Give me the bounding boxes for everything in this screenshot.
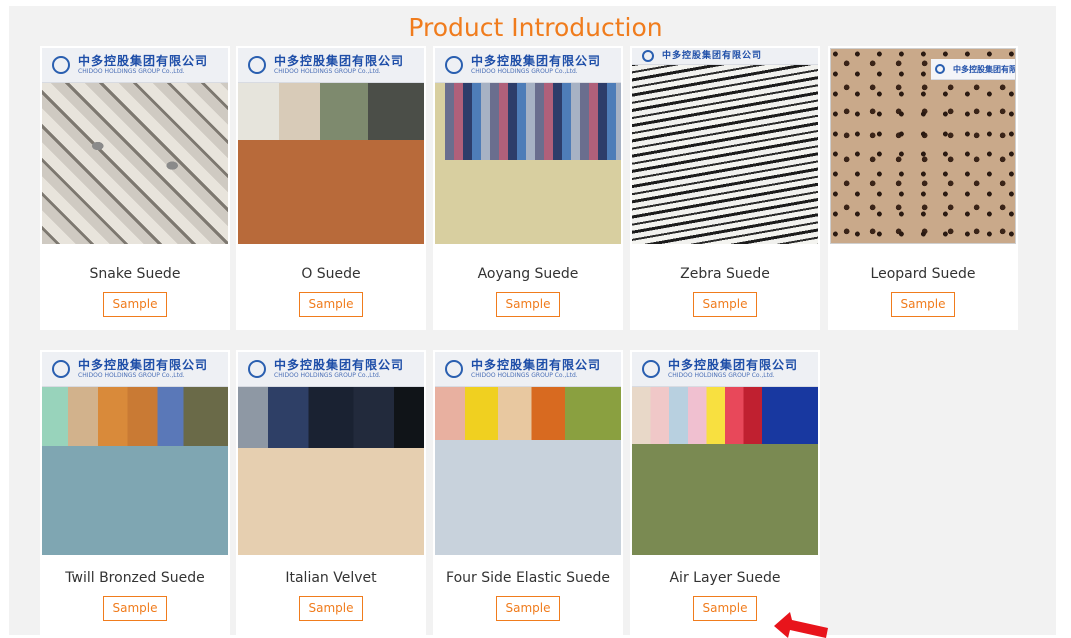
product-image[interactable]: 中多控股集团有限公司 [632,48,818,244]
section-title: Product Introduction [408,13,663,42]
product-image[interactable]: 中多控股集团有限公司 CHIDOO HOLDINGS GROUP Co.,Ltd. [238,352,424,555]
product-card-aoyang-suede[interactable]: 中多控股集团有限公司 CHIDOO HOLDINGS GROUP Co.,Ltd.… [433,46,623,330]
product-name: O Suede [301,266,361,282]
brand-logo-icon [52,360,70,378]
product-name: Twill Bronzed Suede [65,570,205,586]
product-image[interactable]: 中多控股集团有限公司 CHIDOO HOLDINGS GROUP Co.,Ltd. [632,352,818,555]
product-card-air-layer-suede[interactable]: 中多控股集团有限公司 CHIDOO HOLDINGS GROUP Co.,Ltd.… [630,350,820,635]
sample-button[interactable]: Sample [299,292,363,317]
product-name: Aoyang Suede [477,266,579,282]
product-card-twill-bronzed-suede[interactable]: 中多控股集团有限公司 CHIDOO HOLDINGS GROUP Co.,Ltd.… [40,350,230,635]
sample-button[interactable]: Sample [693,292,757,317]
brand-logo-icon [642,50,654,62]
brand-logo-icon [248,56,266,74]
brand-banner: 中多控股集团有限公司 CHIDOO HOLDINGS GROUP Co.,Ltd. [238,352,424,387]
sample-button[interactable]: Sample [103,596,167,621]
brand-logo-icon [248,360,266,378]
brand-banner: 中多控股集团有限公司 [632,48,818,65]
red-arrow-icon [774,612,828,638]
product-image[interactable]: 中多控股集团有限公司 CHIDOO HOLDINGS GROUP Co.,Ltd. [42,48,228,244]
product-card-zebra-suede[interactable]: 中多控股集团有限公司 Zebra Suede Sample [630,46,820,330]
product-name: Leopard Suede [870,266,976,282]
brand-logo-icon [52,56,70,74]
product-image[interactable]: 中多控股集团有限公司 CHIDOO HOLDINGS GROUP Co.,Ltd. [42,352,228,555]
product-name: Four Side Elastic Suede [446,570,610,586]
brand-banner: 中多控股集团有限公司 CHIDOO HOLDINGS GROUP Co.,Ltd. [42,352,228,387]
brand-logo-icon [445,56,463,74]
product-image[interactable]: 中多控股集团有限公司 CHIDOO HOLDINGS GROUP Co.,Ltd. [238,48,424,244]
product-name: Zebra Suede [680,266,770,282]
brand-logo-icon [642,360,660,378]
product-image[interactable]: 中多控股集团有限公司 CHIDOO HOLDINGS GROUP Co.,Ltd. [435,48,621,244]
brand-banner: 中多控股集团有限公司 CHIDOO HOLDINGS GROUP Co.,Ltd. [435,48,621,83]
sample-button[interactable]: Sample [693,596,757,621]
sample-button[interactable]: Sample [299,596,363,621]
brand-banner: 中多控股集团有限公司 CHIDOO HOLDINGS GROUP Co.,Ltd. [435,352,621,387]
brand-banner: 中多控股集团有限公司 CHIDOO HOLDINGS GROUP Co.,Ltd. [238,48,424,83]
product-card-o-suede[interactable]: 中多控股集团有限公司 CHIDOO HOLDINGS GROUP Co.,Ltd.… [236,46,426,330]
brand-logo-icon [935,64,945,74]
sample-button[interactable]: Sample [103,292,167,317]
product-card-italian-velvet[interactable]: 中多控股集团有限公司 CHIDOO HOLDINGS GROUP Co.,Ltd.… [236,350,426,635]
product-image[interactable]: 中多控股集团有限公司 [830,48,1016,244]
product-card-leopard-suede[interactable]: 中多控股集团有限公司 Leopard Suede Sample [828,46,1018,330]
product-card-four-side-elastic-suede[interactable]: 中多控股集团有限公司 CHIDOO HOLDINGS GROUP Co.,Ltd.… [433,350,623,635]
sample-button[interactable]: Sample [891,292,955,317]
product-name: Italian Velvet [285,570,377,586]
brand-logo-icon [445,360,463,378]
brand-banner: 中多控股集团有限公司 CHIDOO HOLDINGS GROUP Co.,Ltd. [632,352,818,387]
brand-banner: 中多控股集团有限公司 CHIDOO HOLDINGS GROUP Co.,Ltd. [42,48,228,83]
sample-button[interactable]: Sample [496,596,560,621]
product-name: Snake Suede [89,266,181,282]
product-image[interactable]: 中多控股集团有限公司 CHIDOO HOLDINGS GROUP Co.,Ltd. [435,352,621,555]
sample-button[interactable]: Sample [496,292,560,317]
product-card-snake-suede[interactable]: 中多控股集团有限公司 CHIDOO HOLDINGS GROUP Co.,Ltd.… [40,46,230,330]
product-name: Air Layer Suede [669,570,781,586]
brand-banner: 中多控股集团有限公司 [931,59,1015,80]
